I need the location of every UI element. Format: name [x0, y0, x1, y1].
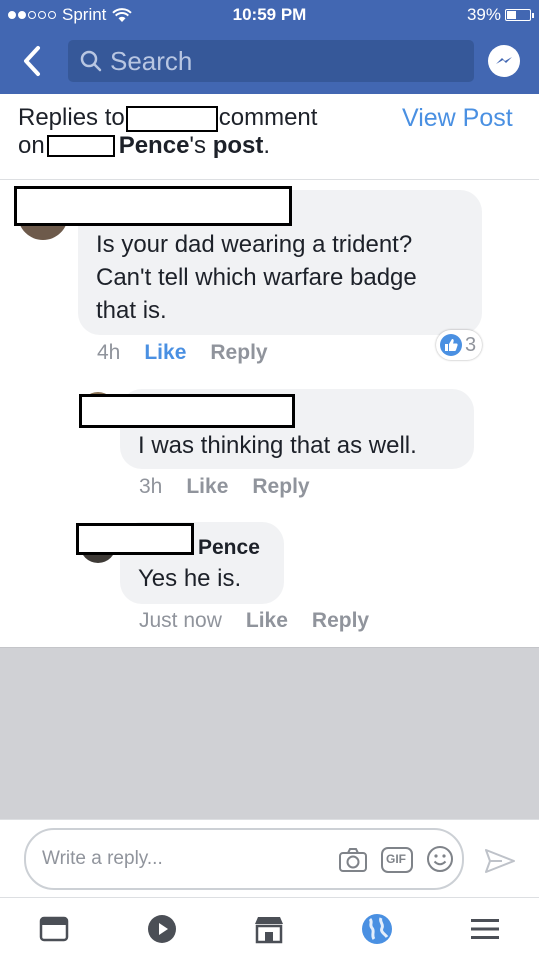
reply-composer: Write a reply... GIF [0, 819, 539, 897]
reply-placeholder: Write a reply... [42, 848, 163, 869]
like-button[interactable]: Like [186, 475, 228, 499]
on-text: on [18, 131, 45, 159]
comment-line: Is your dad wearing a trident? [96, 231, 413, 258]
reply-button[interactable]: Reply [312, 609, 369, 633]
thumbs-up-icon [440, 334, 462, 356]
comment-time: 3h [139, 475, 163, 498]
messenger-icon [496, 57, 512, 64]
post-author-name[interactable]: Pence [119, 132, 190, 159]
view-post-link[interactable]: View Post [402, 104, 513, 133]
like-button[interactable]: Like [246, 609, 288, 633]
notifications-globe-icon [362, 914, 392, 944]
replies-to-text: Replies to [18, 104, 125, 131]
tab-notifications[interactable] [360, 912, 394, 946]
camera-button[interactable] [338, 846, 368, 879]
chevron-left-icon [24, 46, 40, 76]
comment-time: 4h [97, 341, 121, 364]
comment-text: I was thinking that as well. [138, 432, 417, 459]
video-icon [148, 915, 176, 943]
redacted-name [46, 135, 115, 158]
redacted-author-name[interactable] [79, 394, 295, 428]
battery-status: 39% [466, 5, 534, 25]
comment-actions: 4h Like Reply [97, 341, 268, 365]
comment-actions: 3h Like Reply [139, 475, 310, 499]
battery-icon [505, 9, 534, 21]
tab-video[interactable] [145, 912, 179, 946]
redacted-author-name[interactable] [76, 523, 194, 555]
redacted-name [125, 105, 218, 132]
search-placeholder: Search [110, 45, 193, 76]
battery-percent: 39% [466, 5, 501, 24]
menu-icon [471, 919, 499, 939]
comment-line: Can't tell which warfare badge [96, 264, 417, 291]
reply-button[interactable]: Reply [210, 341, 267, 365]
camera-icon [339, 848, 367, 872]
marketplace-icon [255, 917, 283, 944]
replies-title: Replies to comment on Pence's post. [18, 104, 398, 159]
top-bar: Sprint 10:59 PM 39% Search [0, 0, 539, 94]
comment-actions: Just now Like Reply [139, 609, 369, 633]
reply-input[interactable]: Write a reply... GIF [24, 828, 464, 890]
status-bar: Sprint 10:59 PM 39% [0, 0, 539, 30]
back-button[interactable] [18, 44, 48, 78]
tab-marketplace[interactable] [252, 912, 286, 946]
status-time: 10:59 PM [232, 5, 307, 24]
news-feed-icon [39, 916, 69, 942]
comment-time: Just now [139, 609, 222, 632]
tab-menu[interactable] [468, 912, 502, 946]
reply-button[interactable]: Reply [252, 475, 309, 499]
comment-text: Is your dad wearing a trident? Can't tel… [96, 228, 417, 327]
tab-news-feed[interactable] [37, 912, 71, 946]
comment-line: that is. [96, 297, 167, 324]
empty-area [0, 647, 539, 819]
redacted-author-name[interactable] [14, 186, 292, 226]
post-link[interactable]: post [213, 132, 264, 159]
send-icon [485, 849, 515, 873]
gif-label: GIF [386, 852, 406, 866]
search-icon [80, 50, 102, 72]
like-button[interactable]: Like [144, 341, 186, 365]
smiley-icon [427, 846, 453, 872]
replies-header: Replies to comment on Pence's post. View P… [0, 94, 539, 180]
emoji-button[interactable] [426, 845, 454, 878]
period-text: . [263, 131, 271, 159]
gif-button[interactable]: GIF [381, 847, 413, 878]
send-button[interactable] [484, 848, 516, 879]
possessive-text: 's [189, 131, 207, 159]
reaction-number: 3 [465, 333, 477, 356]
search-input[interactable]: Search [68, 40, 474, 82]
bottom-tab-bar [0, 897, 539, 960]
comment-text: Yes he is. [138, 565, 242, 592]
messenger-button[interactable] [488, 45, 520, 77]
reaction-count[interactable]: 3 [436, 330, 483, 360]
comment-author-name[interactable]: Pence [198, 536, 260, 560]
comment-text: comment [218, 104, 318, 131]
